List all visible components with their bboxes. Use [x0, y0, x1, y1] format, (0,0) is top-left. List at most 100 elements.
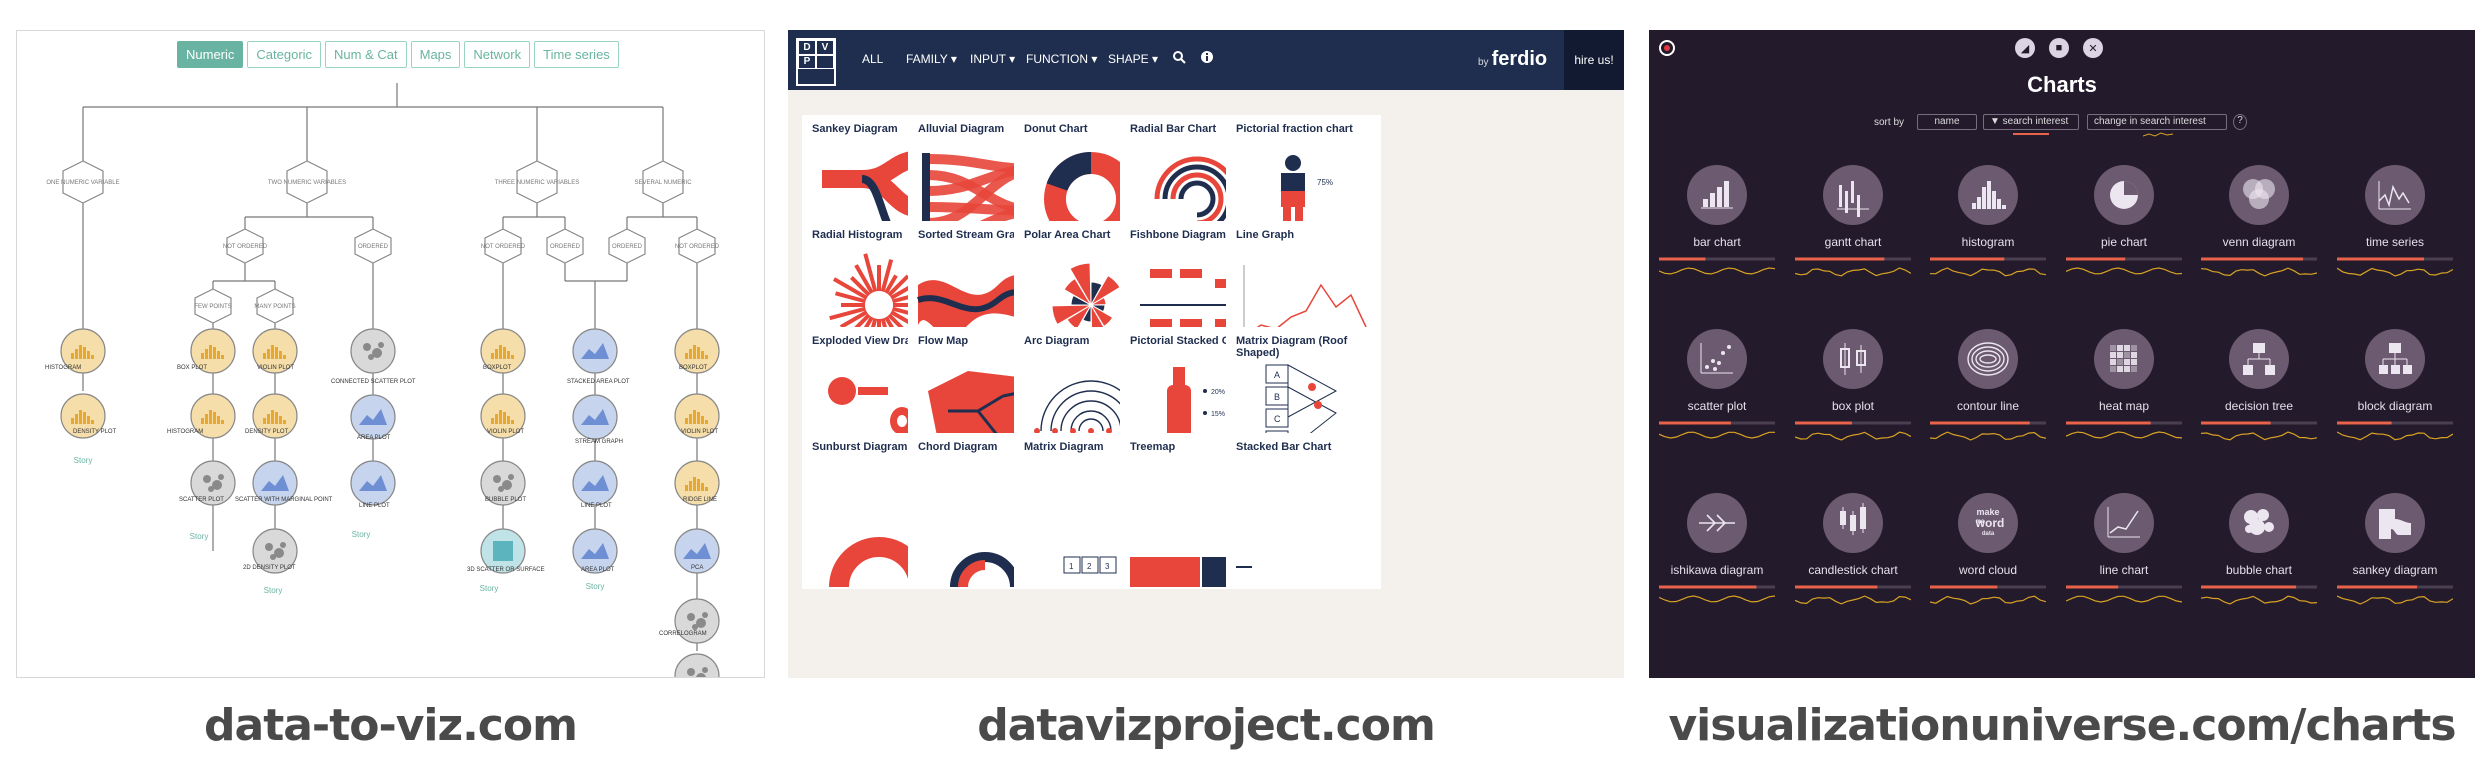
chart-item[interactable]: heat map [2066, 329, 2182, 489]
chart-card-title: Arc Diagram [1024, 335, 1090, 347]
chart-item-label: word cloud [1958, 563, 2018, 577]
leaf-label: SCATTER PLOT [179, 497, 224, 503]
tool-topic-icon[interactable]: ✕ [2083, 38, 2103, 58]
chart-card[interactable]: Stacked Bar Chart [1226, 433, 1381, 589]
nav-shape[interactable]: SHAPE ▾ [1108, 52, 1158, 66]
chart-type-circle[interactable] [350, 460, 396, 506]
chart-item[interactable]: bubble chart [2201, 493, 2317, 653]
chart-card-title: Pictorial fraction chart [1236, 123, 1353, 135]
sort-by-label: sort by [1874, 117, 1905, 128]
chart-card-title: Chord Diagram [918, 441, 998, 453]
ishikawa-diagram-icon [1687, 493, 1747, 553]
chart-thumbnail [493, 541, 513, 561]
leaf-label: SCATTER WITH MARGINAL POINT [235, 497, 333, 503]
chart-item[interactable]: block diagram [2337, 329, 2453, 489]
ferdio-brand[interactable]: by ferdio [1478, 48, 1547, 71]
chart-type-circle[interactable] [572, 328, 618, 374]
search-interest-sparkline [1795, 257, 1911, 277]
hex-label: NOT ORDERED [675, 244, 720, 250]
line-chart-icon [2094, 493, 2154, 553]
chart-item[interactable]: time series [2337, 165, 2453, 325]
chart-item[interactable]: bar chart [1659, 165, 1775, 325]
chart-type-circle[interactable] [350, 394, 396, 440]
caption-visualization-universe: visualizationuniverse.com/charts [1668, 700, 2456, 751]
chart-item[interactable]: make me word data word cloud [1930, 493, 2046, 653]
matrix-column-label: 3 [1105, 562, 1110, 571]
search-interest-sparkline [1659, 421, 1775, 439]
time-series-icon [2365, 165, 2425, 225]
matrix-column-label: 1 [1069, 562, 1074, 571]
story-link[interactable]: Story [480, 584, 499, 593]
hire-us-button[interactable]: hire us! [1564, 30, 1624, 90]
chart-item[interactable]: gantt chart [1795, 165, 1911, 325]
story-link[interactable]: Story [190, 532, 209, 541]
ferdio-logo-text: ferdio [1491, 48, 1548, 70]
chart-item[interactable]: decision tree [2201, 329, 2317, 489]
chart-item[interactable]: venn diagram [2201, 165, 2317, 325]
active-sort-underline [2013, 133, 2049, 135]
datavizproject-screenshot: D V P ALL FAMILY ▾ INPUT ▾ FUNCTION ▾ SH… [788, 30, 1624, 678]
chart-item-label: scatter plot [1687, 399, 1747, 413]
chart-item[interactable]: pie chart [2066, 165, 2182, 325]
record-icon[interactable] [1659, 40, 1675, 56]
story-link[interactable]: Story [264, 586, 283, 595]
logo-letter: P [798, 54, 816, 70]
book-topic-icon[interactable]: ■ [2049, 38, 2069, 58]
leaf-label: 2D DENSITY PLOT [243, 565, 296, 571]
chart-item-label: candlestick chart [1808, 563, 1898, 577]
hex-label: FEW POINTS [194, 304, 231, 310]
info-icon[interactable] [1200, 50, 1214, 67]
chart-item[interactable]: ishikawa diagram [1659, 493, 1775, 653]
leaf-label: RIDGE LINE [683, 497, 717, 503]
chart-item[interactable]: scatter plot [1659, 329, 1775, 489]
nav-input[interactable]: INPUT ▾ [970, 52, 1015, 66]
logo-letter [816, 54, 834, 70]
search-interest-sparkline [1659, 585, 1775, 603]
chart-type-circle[interactable] [572, 460, 618, 506]
sort-search-interest-button[interactable]: ▼ search interest [1983, 114, 2079, 130]
chart-item[interactable]: sankey diagram [2337, 493, 2453, 653]
search-interest-sparkline [2201, 257, 2317, 277]
chart-item[interactable]: box plot [1795, 329, 1911, 489]
dvp-logo[interactable]: D V P [796, 38, 836, 86]
leaf-label: VIOLIN PLOT [487, 429, 524, 435]
stacked-percent-label: 20% [1211, 389, 1225, 396]
story-link[interactable]: Story [586, 582, 605, 591]
search-interest-sparkline [1930, 585, 2046, 605]
sort-name-button[interactable]: name [1917, 114, 1977, 130]
chart-card-title: Matrix Diagram [1024, 441, 1104, 453]
chart-type-circle[interactable] [572, 394, 618, 440]
hex-label: ORDERED [358, 244, 389, 250]
search-interest-sparkline [1659, 257, 1775, 275]
chart-item-label: contour line [1956, 399, 2020, 413]
nav-family[interactable]: FAMILY ▾ [906, 52, 957, 66]
nav-all[interactable]: ALL [862, 52, 883, 66]
chart-card-title: Donut Chart [1024, 123, 1088, 135]
leaf-label: BOXPLOT [483, 365, 512, 371]
search-interest-sparkline [2066, 257, 2182, 275]
search-interest-sparkline [2201, 585, 2317, 605]
leaf-label: VIOLIN PLOT [257, 365, 294, 371]
nav-function[interactable]: FUNCTION ▾ [1026, 52, 1097, 66]
sort-change-button[interactable]: change in search interest [2087, 114, 2227, 130]
chart-item[interactable]: line chart [2066, 493, 2182, 653]
hex-label: NOT ORDERED [481, 244, 526, 250]
help-button[interactable]: ? [2233, 114, 2247, 130]
search-interest-sparkline [2337, 585, 2453, 605]
chart-card-title: Sankey Diagram [812, 123, 898, 135]
search-icon[interactable] [1172, 50, 1186, 67]
block-diagram-icon [2365, 329, 2425, 389]
leaf-label: HISTOGRAM [45, 365, 81, 371]
chart-topic-icon[interactable]: ◢ [2015, 38, 2035, 58]
chart-item[interactable]: contour line [1930, 329, 2046, 489]
story-link[interactable]: Story [352, 530, 371, 539]
search-interest-sparkline [2201, 421, 2317, 441]
chart-card-title: Radial Bar Chart [1130, 123, 1217, 135]
search-interest-sparkline [1930, 257, 2046, 277]
chart-item[interactable]: candlestick chart [1795, 493, 1911, 653]
chart-card-title: Flow Map [918, 335, 969, 347]
chart-item[interactable]: histogram [1930, 165, 2046, 325]
matrix-row-label: A [1274, 370, 1280, 380]
story-link[interactable]: Story [74, 456, 93, 465]
chart-type-circle[interactable] [674, 653, 720, 678]
